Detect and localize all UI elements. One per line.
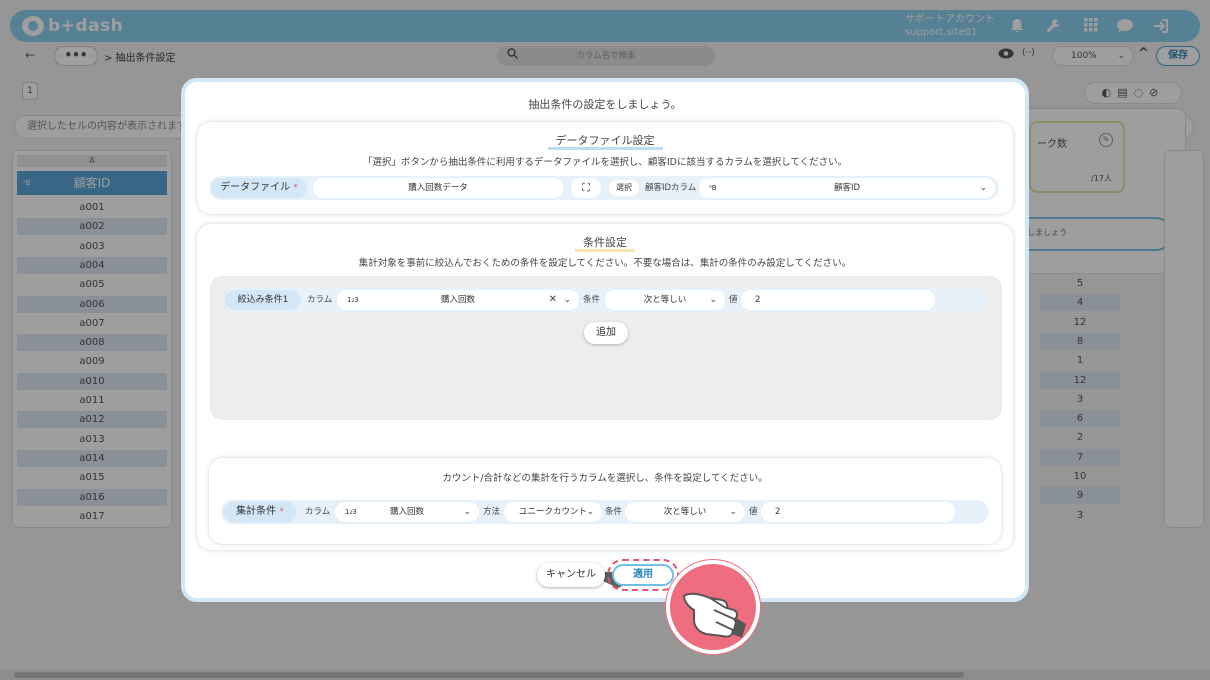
filter-value-input[interactable]: 2: [741, 290, 935, 310]
select-file-button[interactable]: 選択: [609, 180, 639, 196]
modal-title: 抽出条件の設定をしましょう。: [528, 98, 682, 111]
aggregate-condition-select[interactable]: 次と等しい ⌄: [625, 502, 745, 522]
chevron-down-icon: ⌄: [709, 295, 717, 305]
aggregate-condition-type-label: 条件: [605, 507, 623, 517]
pointer-hand-icon: [666, 560, 760, 654]
condition-title: 条件設定: [197, 236, 1013, 252]
customer-id-column-label: 顧客IDカラム: [645, 183, 697, 193]
data-file-row: データファイル * 購入回数データ ⛶ 選択 顧客IDカラム ᵃB 顧客ID ⌄: [209, 176, 999, 200]
expand-icon[interactable]: ⛶: [571, 178, 601, 198]
filter-condition-label: 絞込み条件1: [225, 290, 301, 310]
aggregate-method-label: 方法: [483, 507, 501, 517]
chevron-down-icon: ⌄: [563, 295, 571, 305]
filter-condition-row: 絞込み条件1 カラム 1₂3 購入回数 ✕ ⌄ 条件 次と等しい ⌄ 値 2: [223, 288, 987, 312]
aggregate-condition-row: 集計条件 * カラム 1₂3 購入回数 ⌄ 方法 ユニークカウント ⌄ 条件 次…: [221, 500, 989, 524]
aggregate-description: カウント/合計などの集計を行うカラムを選択し、条件を設定してください。: [442, 473, 768, 484]
condition-section: 条件設定 集計対象を事前に絞込んでおくための条件を設定してください。不要な場合は…: [197, 224, 1013, 588]
number-type-icon: 1₂3: [347, 296, 359, 304]
add-condition-button[interactable]: 追加: [584, 322, 628, 344]
aggregate-section: カウント/合計などの集計を行うカラムを選択し、条件を設定してください。 集計条件…: [209, 458, 1001, 544]
filter-condition-select[interactable]: 次と等しい ⌄: [605, 290, 725, 310]
chevron-down-icon: ⌄: [586, 507, 594, 517]
extraction-condition-modal: 抽出条件の設定をしましょう。 データファイル設定 「選択」ボタンから抽出条件に利…: [181, 78, 1029, 602]
data-file-label: データファイル *: [211, 178, 307, 198]
filter-condition-area: 絞込み条件1 カラム 1₂3 購入回数 ✕ ⌄ 条件 次と等しい ⌄ 値 2 追…: [210, 276, 1002, 420]
aggregate-value-input[interactable]: 2: [761, 502, 955, 522]
data-file-description: 「選択」ボタンから抽出条件に利用するデータファイルを選択し、顧客IDに該当するカ…: [362, 157, 848, 168]
clear-icon[interactable]: ✕: [549, 290, 557, 310]
chevron-down-icon: ⌄: [463, 507, 471, 517]
aggregate-value-label: 値: [749, 507, 758, 517]
aggregate-column-label: カラム: [305, 507, 331, 517]
chevron-down-icon: ⌄: [729, 507, 737, 517]
data-file-field[interactable]: 購入回数データ: [313, 178, 563, 198]
aggregate-method-select[interactable]: ユニークカウント ⌄: [504, 502, 602, 522]
filter-condition-type-label: 条件: [583, 295, 601, 305]
customer-id-column-select[interactable]: ᵃB 顧客ID ⌄: [699, 178, 995, 198]
number-type-icon: 1₂3: [345, 508, 357, 516]
filter-value-label: 値: [729, 295, 738, 305]
filter-column-select[interactable]: 1₂3 購入回数 ✕ ⌄: [337, 290, 579, 310]
aggregate-condition-label: 集計条件 *: [223, 502, 297, 522]
aggregate-column-select[interactable]: 1₂3 購入回数 ⌄: [335, 502, 479, 522]
condition-description: 集計対象を事前に絞込んでおくための条件を設定してください。不要な場合は、集計の条…: [358, 258, 852, 269]
cancel-button[interactable]: キャンセル: [537, 563, 605, 587]
apply-button[interactable]: 適用: [612, 564, 674, 586]
data-file-title: データファイル設定: [197, 134, 1013, 150]
data-file-section: データファイル設定 「選択」ボタンから抽出条件に利用するデータファイルを選択し、…: [197, 122, 1013, 214]
text-type-icon: ᵃB: [709, 184, 717, 192]
chevron-down-icon: ⌄: [979, 183, 987, 193]
filter-column-label: カラム: [307, 295, 333, 305]
